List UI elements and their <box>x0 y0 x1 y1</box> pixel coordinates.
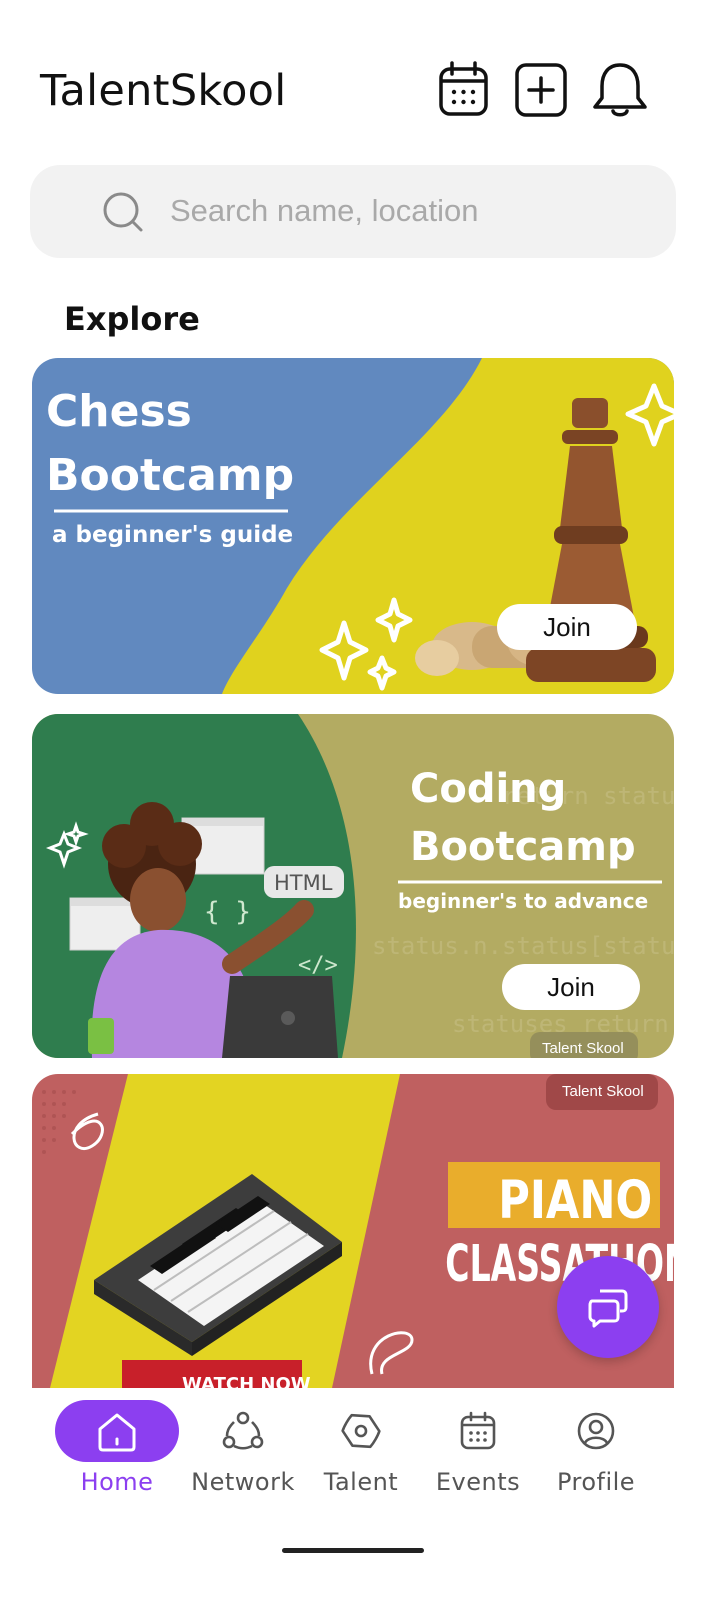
notifications-button[interactable] <box>590 60 650 120</box>
chess-bootcamp-card[interactable]: Chess Bootcamp a beginner's guide Join <box>32 358 674 694</box>
coding-html-bubble: HTML <box>274 871 333 895</box>
nav-item-network[interactable]: Network <box>178 1388 308 1498</box>
search-icon <box>103 192 143 232</box>
nav-item-events[interactable]: Events <box>413 1388 543 1498</box>
chess-title-line1: Chess <box>46 386 192 437</box>
network-icon-wrap <box>181 1400 305 1462</box>
chess-join-button[interactable]: Join <box>497 604 637 650</box>
compass-icon <box>341 1413 381 1449</box>
coding-title-line2: Bootcamp <box>410 824 636 870</box>
nav-label-profile: Profile <box>556 1468 636 1496</box>
home-icon-wrap <box>55 1400 179 1462</box>
chess-subtitle: a beginner's guide <box>52 522 293 548</box>
coding-subtitle: beginner's to advance <box>398 889 648 913</box>
bottom-navigation: Home Network Talent Events Profile <box>0 1388 720 1600</box>
profile-icon <box>577 1412 615 1450</box>
calendar-button[interactable] <box>433 60 493 120</box>
piano-title-line1: PIANO <box>498 1170 652 1231</box>
nav-label-events: Events <box>435 1468 521 1496</box>
nav-item-home[interactable]: Home <box>52 1388 182 1498</box>
piano-tag: Talent Skool <box>562 1083 644 1100</box>
nav-item-profile[interactable]: Profile <box>531 1388 661 1498</box>
nav-label-home: Home <box>80 1468 154 1496</box>
svg-text:{ }: { } <box>204 897 251 927</box>
network-icon <box>222 1411 264 1450</box>
chat-bubbles-icon <box>588 1289 628 1328</box>
compass-icon-wrap <box>299 1400 423 1462</box>
svg-text:</>: </> <box>298 953 338 978</box>
coding-bootcamp-card[interactable]: status.n.status[status statuses return r… <box>32 714 674 1058</box>
home-indicator[interactable] <box>282 1548 424 1553</box>
explore-heading: Explore <box>64 300 200 338</box>
svg-text:status.n.status[status: status.n.status[status <box>372 932 674 960</box>
add-icon <box>515 63 567 117</box>
create-button[interactable] <box>511 60 571 120</box>
chat-button[interactable] <box>557 1256 659 1358</box>
nav-item-talent[interactable]: Talent <box>296 1388 426 1498</box>
coding-title-line1: Coding <box>410 766 566 812</box>
piano-ribbon: WATCH NOW <box>182 1374 311 1388</box>
chess-title-line2: Bootcamp <box>46 450 294 501</box>
nav-label-network: Network <box>191 1468 295 1496</box>
events-icon-wrap <box>416 1400 540 1462</box>
nav-label-talent: Talent <box>323 1468 399 1496</box>
calendar-icon <box>439 61 488 116</box>
app-header: TalentSkool <box>0 0 720 160</box>
coding-tag: Talent Skool <box>542 1040 624 1057</box>
profile-icon-wrap <box>534 1400 658 1462</box>
home-icon <box>98 1413 136 1452</box>
app-title: TalentSkool <box>40 66 287 116</box>
coding-join-button[interactable]: Join <box>502 964 640 1010</box>
search-input[interactable] <box>170 185 650 237</box>
search-bar[interactable] <box>30 165 676 258</box>
calendar-icon <box>460 1411 496 1450</box>
bell-icon <box>593 63 647 117</box>
